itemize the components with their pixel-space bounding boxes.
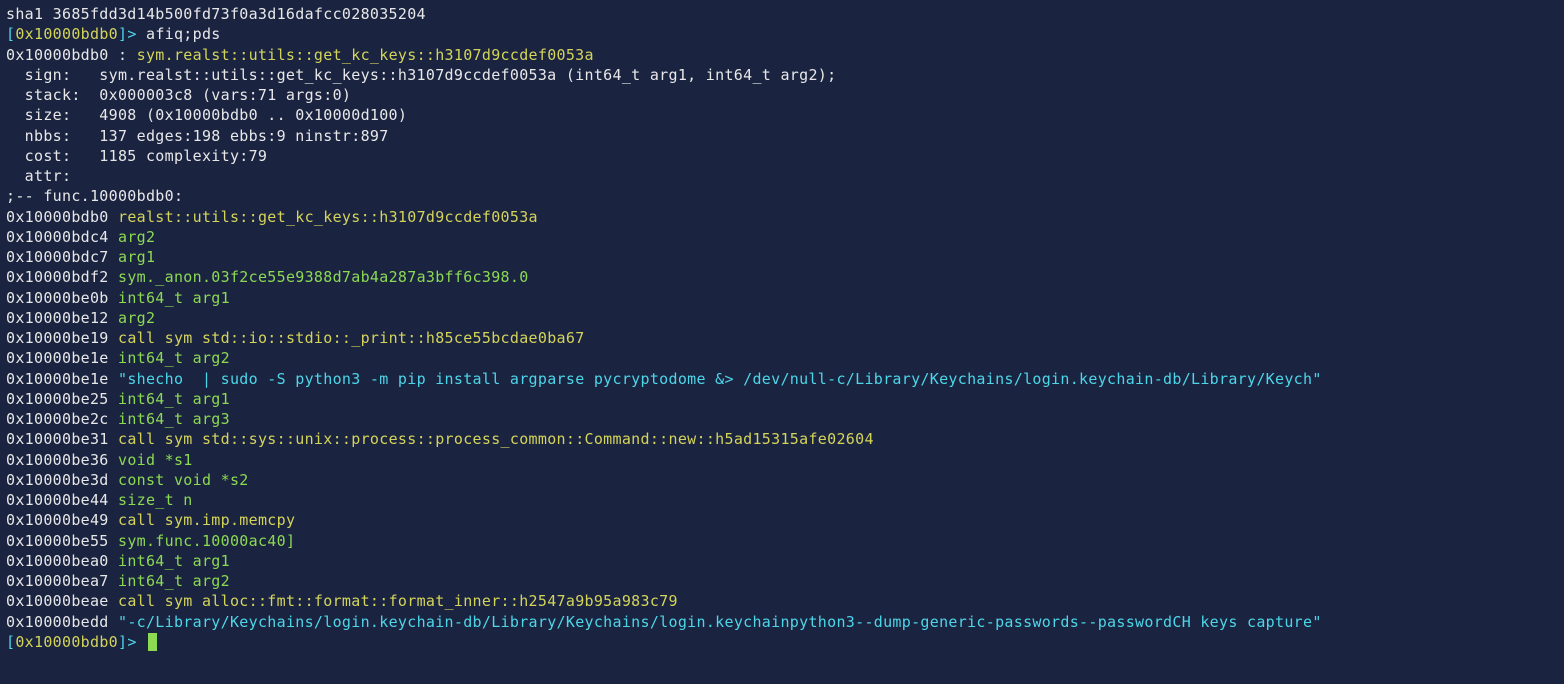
disasm-row: 0x10000be2c int64_t arg3	[6, 409, 1558, 429]
info-attr: attr:	[6, 167, 71, 185]
row-address: 0x10000be12	[6, 309, 118, 327]
row-address: 0x10000bea0	[6, 552, 118, 570]
row-text: arg2	[118, 309, 155, 327]
disasm-row: 0x10000be12 arg2	[6, 308, 1558, 328]
disasm-row: 0x10000bdf2 sym._anon.03f2ce55e9388d7ab4…	[6, 267, 1558, 287]
row-address: 0x10000bdf2	[6, 268, 118, 286]
disasm-row: 0x10000be36 void *s1	[6, 450, 1558, 470]
row-text: void *s1	[118, 451, 193, 469]
disasm-row: 0x10000be3d const void *s2	[6, 470, 1558, 490]
prompt-line: [0x10000bdb0]> afiq;pds	[6, 24, 1558, 44]
row-text: sym._anon.03f2ce55e9388d7ab4a287a3bff6c3…	[118, 268, 529, 286]
output-line: ;-- func.10000bdb0:	[6, 186, 1558, 206]
disasm-row: 0x10000beae call sym alloc::fmt::format:…	[6, 591, 1558, 611]
row-address: 0x10000be3d	[6, 471, 118, 489]
row-address: 0x10000bdc4	[6, 228, 118, 246]
disasm-row: 0x10000bdc4 arg2	[6, 227, 1558, 247]
disasm-row: 0x10000bdc7 arg1	[6, 247, 1558, 267]
row-address: 0x10000bdb0	[6, 208, 118, 226]
prompt-line: [0x10000bdb0]>	[6, 632, 1558, 652]
row-text: call sym.imp.memcpy	[118, 511, 295, 529]
prompt-open: [	[6, 25, 15, 43]
output-line: cost: 1185 complexity:79	[6, 146, 1558, 166]
info-nbbs: nbbs: 137 edges:198 ebbs:9 ninstr:897	[6, 127, 389, 145]
row-address: 0x10000be31	[6, 430, 118, 448]
disasm-row: 0x10000bdb0 realst::utils::get_kc_keys::…	[6, 207, 1558, 227]
output-line: attr:	[6, 166, 1558, 186]
func-label: ;-- func.10000bdb0:	[6, 187, 183, 205]
row-address: 0x10000be55	[6, 532, 118, 550]
func-addr: 0x10000bdb0 :	[6, 46, 137, 64]
row-text: int64_t arg2	[118, 349, 230, 367]
output-line: nbbs: 137 edges:198 ebbs:9 ninstr:897	[6, 126, 1558, 146]
row-text: const void *s2	[118, 471, 249, 489]
output-line: sha1 3685fdd3d14b500fd73f0a3d16dafcc0280…	[6, 4, 1558, 24]
row-text: call sym std::sys::unix::process::proces…	[118, 430, 874, 448]
row-text: int64_t arg1	[118, 289, 230, 307]
row-text: call sym alloc::fmt::format::format_inne…	[118, 592, 678, 610]
row-text: arg1	[118, 248, 155, 266]
disasm-row: 0x10000be1e int64_t arg2	[6, 348, 1558, 368]
disasm-row: 0x10000bea7 int64_t arg2	[6, 571, 1558, 591]
row-text: int64_t arg1	[118, 552, 230, 570]
row-text: int64_t arg2	[118, 572, 230, 590]
output-line: sign: sym.realst::utils::get_kc_keys::h3…	[6, 65, 1558, 85]
sha1-line: sha1 3685fdd3d14b500fd73f0a3d16dafcc0280…	[6, 5, 426, 23]
row-address: 0x10000bea7	[6, 572, 118, 590]
prompt-address: 0x10000bdb0	[15, 633, 118, 651]
output-line: 0x10000bdb0 : sym.realst::utils::get_kc_…	[6, 45, 1558, 65]
row-address: 0x10000be25	[6, 390, 118, 408]
output-line: size: 4908 (0x10000bdb0 .. 0x10000d100)	[6, 105, 1558, 125]
prompt-close: ]>	[118, 633, 146, 651]
row-text: realst::utils::get_kc_keys::h3107d9ccdef…	[118, 208, 538, 226]
prompt-open: [	[6, 633, 15, 651]
row-text: arg2	[118, 228, 155, 246]
info-size: size: 4908 (0x10000bdb0 .. 0x10000d100)	[6, 106, 407, 124]
disasm-row: 0x10000be1e "shecho | sudo -S python3 -m…	[6, 369, 1558, 389]
func-symbol: sym.realst::utils::get_kc_keys::h3107d9c…	[137, 46, 594, 64]
terminal-output: sha1 3685fdd3d14b500fd73f0a3d16dafcc0280…	[6, 4, 1558, 652]
disasm-row: 0x10000be55 sym.func.10000ac40]	[6, 531, 1558, 551]
row-address: 0x10000be2c	[6, 410, 118, 428]
row-address: 0x10000be0b	[6, 289, 118, 307]
row-address: 0x10000be1e	[6, 370, 118, 388]
disasm-row: 0x10000be49 call sym.imp.memcpy	[6, 510, 1558, 530]
row-address: 0x10000be36	[6, 451, 118, 469]
info-stack: stack: 0x000003c8 (vars:71 args:0)	[6, 86, 351, 104]
prompt-address: 0x10000bdb0	[15, 25, 118, 43]
row-address: 0x10000bedd	[6, 613, 118, 631]
row-text: int64_t arg1	[118, 390, 230, 408]
row-address: 0x10000be44	[6, 491, 118, 509]
command-input[interactable]: afiq;pds	[137, 25, 221, 43]
row-text: "-c/Library/Keychains/login.keychain-db/…	[118, 613, 1322, 631]
row-address: 0x10000be1e	[6, 349, 118, 367]
info-cost: cost: 1185 complexity:79	[6, 147, 267, 165]
row-address: 0x10000be19	[6, 329, 118, 347]
output-line: stack: 0x000003c8 (vars:71 args:0)	[6, 85, 1558, 105]
disasm-row: 0x10000be25 int64_t arg1	[6, 389, 1558, 409]
row-address: 0x10000be49	[6, 511, 118, 529]
cursor[interactable]	[148, 633, 157, 651]
row-text: size_t n	[118, 491, 193, 509]
row-address: 0x10000beae	[6, 592, 118, 610]
disasm-row: 0x10000be0b int64_t arg1	[6, 288, 1558, 308]
row-text: sym.func.10000ac40]	[118, 532, 295, 550]
disasm-row: 0x10000be19 call sym std::io::stdio::_pr…	[6, 328, 1558, 348]
prompt-close: ]>	[118, 25, 137, 43]
row-text: call sym std::io::stdio::_print::h85ce55…	[118, 329, 585, 347]
disasm-row: 0x10000bea0 int64_t arg1	[6, 551, 1558, 571]
row-text: "shecho | sudo -S python3 -m pip install…	[118, 370, 1322, 388]
disasm-row: 0x10000be31 call sym std::sys::unix::pro…	[6, 429, 1558, 449]
row-address: 0x10000bdc7	[6, 248, 118, 266]
disasm-row: 0x10000bedd "-c/Library/Keychains/login.…	[6, 612, 1558, 632]
info-sign: sign: sym.realst::utils::get_kc_keys::h3…	[6, 66, 836, 84]
disasm-row: 0x10000be44 size_t n	[6, 490, 1558, 510]
row-text: int64_t arg3	[118, 410, 230, 428]
